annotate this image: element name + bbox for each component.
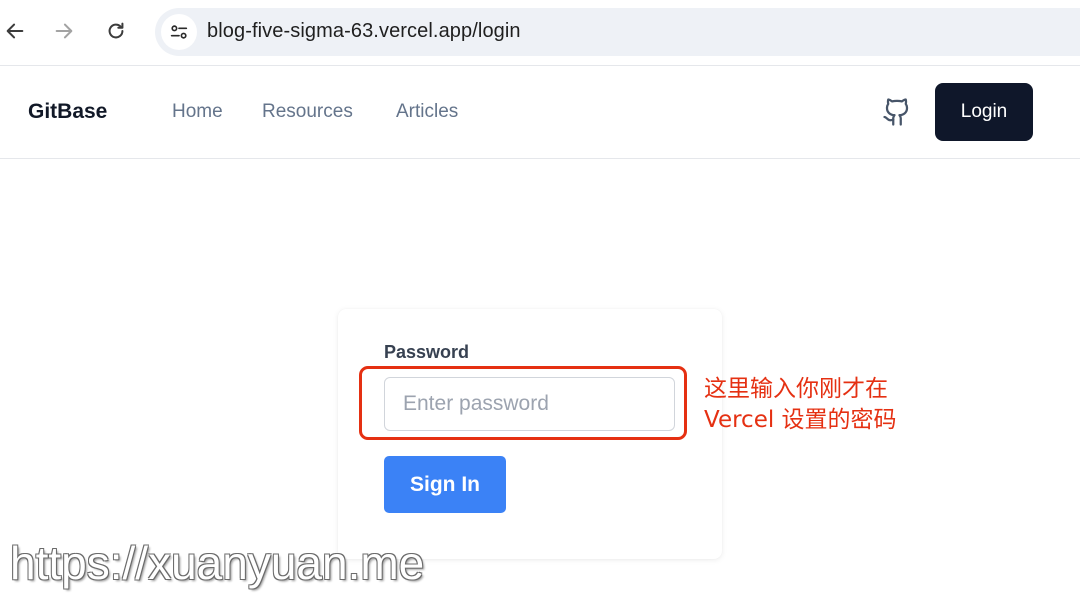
nav-link-resources[interactable]: Resources xyxy=(262,101,353,123)
nav-link-home[interactable]: Home xyxy=(172,101,223,123)
forward-button[interactable] xyxy=(49,16,79,46)
annotation-line-2: Vercel 设置的密码 xyxy=(704,407,897,433)
site-header: GitBase Home Resources Articles Login xyxy=(0,66,1080,159)
annotation-text: 这里输入你刚才在 Vercel 设置的密码 xyxy=(704,374,897,436)
site-info-button[interactable] xyxy=(161,14,197,50)
password-label: Password xyxy=(384,342,470,362)
annotation-line-1: 这里输入你刚才在 xyxy=(704,376,888,402)
reload-button[interactable] xyxy=(101,16,131,46)
nav-link-articles[interactable]: Articles xyxy=(396,101,458,123)
url-text[interactable]: blog-five-sigma-63.vercel.app/login xyxy=(207,20,521,43)
forward-arrow-icon xyxy=(55,23,73,39)
address-bar[interactable]: blog-five-sigma-63.vercel.app/login xyxy=(155,8,1080,56)
brand-logo[interactable]: GitBase xyxy=(28,100,107,124)
github-icon[interactable] xyxy=(882,97,912,127)
annotation-highlight-box xyxy=(359,366,687,440)
site-settings-icon xyxy=(170,25,188,39)
login-button[interactable]: Login xyxy=(935,83,1033,141)
sign-in-button[interactable]: Sign In xyxy=(384,456,506,513)
watermark: https://xuanyuan.me xyxy=(10,537,425,589)
back-button[interactable] xyxy=(0,16,30,46)
back-arrow-icon xyxy=(6,23,24,39)
reload-icon xyxy=(108,22,124,39)
browser-toolbar: blog-five-sigma-63.vercel.app/login xyxy=(0,0,1080,66)
